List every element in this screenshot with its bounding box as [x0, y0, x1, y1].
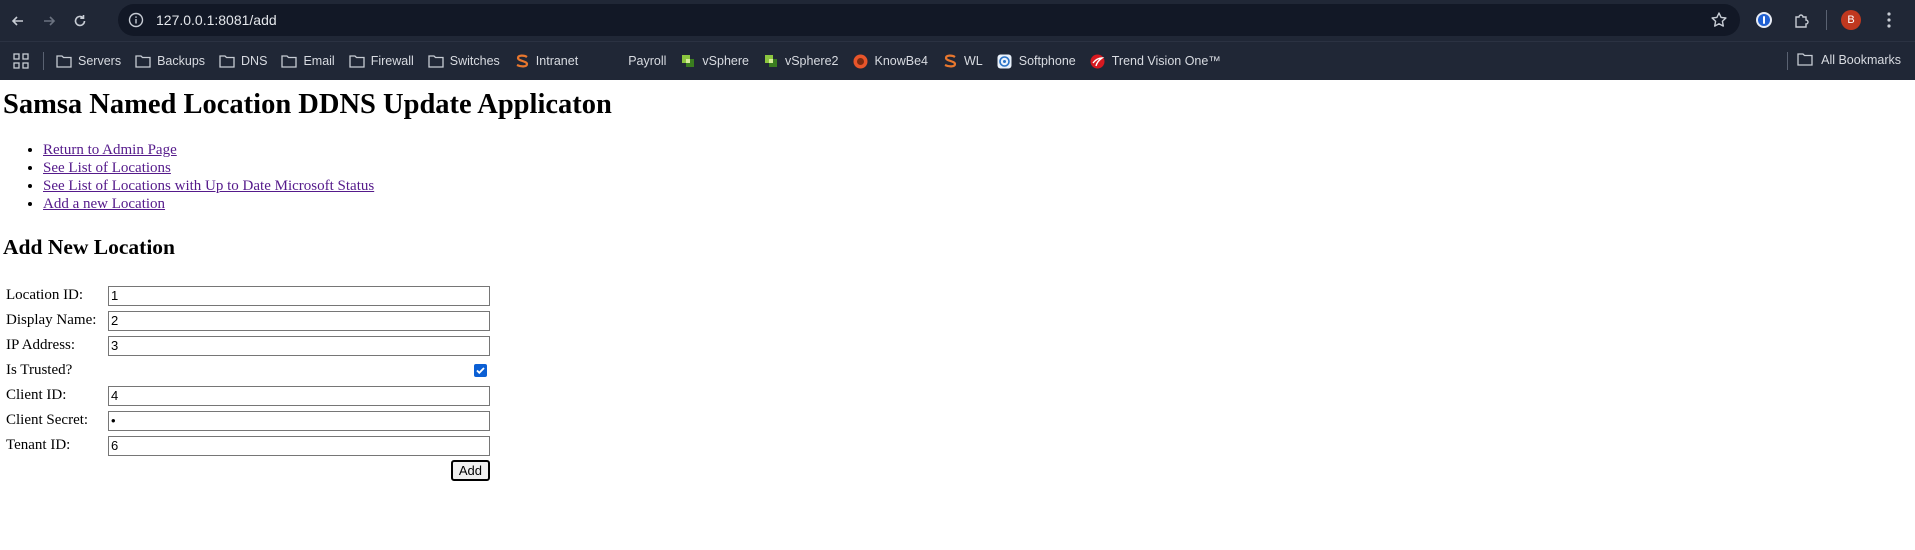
folder-icon — [349, 53, 365, 69]
page-content: Samsa Named Location DDNS Update Applica… — [0, 89, 1915, 484]
folder-icon — [56, 53, 72, 69]
bookmark-label: Servers — [78, 54, 122, 68]
link-list-locations-ms-status[interactable]: See List of Locations with Up to Date Mi… — [43, 178, 374, 194]
bookmark-servers[interactable]: Servers — [56, 53, 121, 69]
forward-icon[interactable] — [36, 8, 62, 34]
bookmarks-divider — [1787, 52, 1788, 70]
bookmark-label: DNS — [241, 54, 268, 68]
bookmark-softphone[interactable]: Softphone — [997, 53, 1076, 69]
softphone-icon — [997, 53, 1013, 69]
password-manager-icon[interactable] — [1752, 8, 1776, 32]
browser-toolbar: 127.0.0.1:8081/add B — [0, 0, 1915, 41]
tenant-id-field[interactable] — [108, 435, 490, 456]
bookmark-label: Switches — [449, 54, 500, 68]
bookmark-knowbe4[interactable]: KnowBe4 — [852, 53, 928, 69]
blank-icon — [606, 53, 622, 69]
apps-grid-icon[interactable] — [11, 51, 31, 71]
tenant-id-label: Tenant ID: — [6, 437, 71, 453]
bookmark-label: vSphere2 — [784, 54, 839, 68]
bookmark-vsphere2[interactable]: vSphere2 — [763, 53, 839, 69]
s-logo-icon — [942, 53, 958, 69]
s-logo-icon — [514, 53, 530, 69]
folder-icon — [135, 53, 151, 69]
bookmark-label: Trend Vision One™ — [1111, 54, 1221, 68]
site-info-icon[interactable] — [127, 11, 145, 29]
list-item: See List of Locations with Up to Date Mi… — [43, 177, 1912, 195]
trend-icon — [1090, 53, 1106, 69]
client-secret-label: Client Secret: — [6, 412, 89, 428]
location-id-field[interactable] — [108, 285, 490, 306]
bookmark-label: Backups — [157, 54, 206, 68]
client-id-field[interactable] — [108, 385, 490, 406]
add-location-form: Location ID: Display Name: IP Address: I… — [3, 282, 493, 484]
client-id-label: Client ID: — [6, 387, 67, 403]
bookmark-star-icon[interactable] — [1710, 11, 1728, 34]
bookmark-wl[interactable]: WL — [942, 53, 983, 69]
ip-address-field[interactable] — [108, 335, 490, 356]
folder-icon — [428, 53, 444, 69]
is-trusted-checkbox[interactable] — [474, 364, 487, 378]
bookmark-label: vSphere — [702, 54, 749, 68]
bookmark-backups[interactable]: Backups — [135, 53, 205, 69]
back-icon[interactable] — [5, 8, 31, 34]
add-button[interactable]: Add — [450, 460, 490, 481]
display-name-field[interactable] — [108, 310, 490, 331]
page-title: Samsa Named Location DDNS Update Applica… — [3, 89, 612, 120]
toolbar-divider — [1826, 10, 1827, 30]
menu-kebab-icon[interactable] — [1877, 8, 1901, 32]
bookmark-label: Intranet — [535, 54, 579, 68]
folder-icon — [281, 53, 298, 69]
is-trusted-label: Is Trusted? — [6, 362, 73, 378]
bookmark-label: WL — [964, 54, 983, 68]
nav-links: Return to Admin Page See List of Locatio… — [3, 141, 1912, 213]
link-add-location[interactable]: Add a new Location — [43, 196, 165, 212]
vsphere-icon — [680, 53, 696, 69]
list-item: See List of Locations — [43, 159, 1912, 177]
avatar[interactable]: B — [1841, 10, 1861, 30]
bookmark-label: KnowBe4 — [874, 54, 928, 68]
bookmark-intranet[interactable]: Intranet — [514, 53, 578, 69]
bookmark-label: Firewall — [370, 54, 414, 68]
link-list-locations[interactable]: See List of Locations — [43, 160, 171, 176]
folder-icon — [1797, 52, 1813, 68]
form-heading: Add New Location — [3, 235, 176, 259]
bookmark-email[interactable]: Email — [281, 53, 335, 69]
knowbe4-icon — [852, 53, 868, 69]
bookmark-label: Softphone — [1018, 54, 1076, 68]
bookmark-vsphere[interactable]: vSphere — [680, 53, 749, 69]
bookmark-payroll[interactable]: Payroll — [606, 53, 666, 69]
all-bookmarks-button[interactable]: All Bookmarks — [1797, 52, 1901, 68]
client-secret-field[interactable] — [108, 410, 490, 431]
folder-icon — [219, 53, 235, 69]
bookmark-label: Email — [303, 54, 335, 68]
extensions-icon[interactable] — [1790, 8, 1814, 32]
bookmarks-bar: Servers Backups DNS Email Firewall Switc… — [0, 41, 1915, 80]
bookmark-dns[interactable]: DNS — [219, 53, 267, 69]
bookmark-firewall[interactable]: Firewall — [349, 53, 414, 69]
vsphere-icon — [763, 53, 779, 69]
all-bookmarks-label: All Bookmarks — [1821, 53, 1901, 67]
profile-avatar[interactable]: B — [1839, 8, 1863, 32]
bookmark-switches[interactable]: Switches — [428, 53, 500, 69]
bookmarks-divider — [43, 52, 44, 70]
list-item: Add a new Location — [43, 195, 1912, 213]
link-admin-page[interactable]: Return to Admin Page — [43, 142, 177, 158]
bookmark-label: Payroll — [628, 54, 667, 68]
url-text[interactable]: 127.0.0.1:8081/add — [156, 12, 277, 28]
location-id-label: Location ID: — [6, 287, 84, 303]
bookmark-trend-vision-one[interactable]: Trend Vision One™ — [1090, 53, 1221, 69]
reload-icon[interactable] — [67, 8, 93, 34]
display-name-label: Display Name: — [6, 312, 97, 328]
list-item: Return to Admin Page — [43, 141, 1912, 159]
ip-address-label: IP Address: — [6, 337, 76, 353]
address-bar[interactable]: 127.0.0.1:8081/add — [118, 4, 1740, 36]
